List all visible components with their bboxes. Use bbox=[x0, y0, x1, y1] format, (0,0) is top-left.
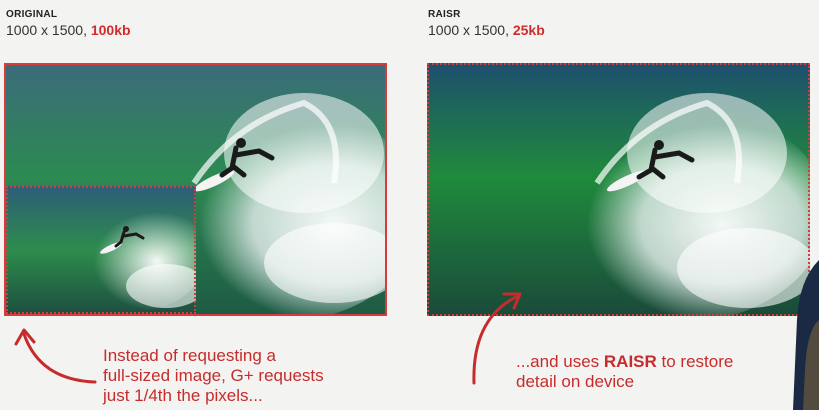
raisr-frame bbox=[427, 63, 810, 316]
left-annotation-line3: just 1/4th the pixels... bbox=[103, 386, 263, 405]
right-annotation: ...and uses RAISR to restore detail on d… bbox=[516, 352, 733, 392]
left-annotation-line1: Instead of requesting a bbox=[103, 346, 276, 365]
right-annotation-line1: ...and uses RAISR to restore bbox=[516, 352, 733, 372]
downsampled-frame bbox=[6, 186, 196, 314]
left-annotation: Instead of requesting a full-sized image… bbox=[103, 346, 324, 406]
right-annotation-prefix: ...and uses bbox=[516, 352, 604, 371]
raisr-highlight: RAISR bbox=[603, 352, 657, 371]
original-file-size: 100kb bbox=[90, 22, 131, 38]
original-dimensions: 1000 x 1500, 100kb bbox=[6, 22, 131, 38]
raisr-label: RAISR bbox=[428, 9, 461, 20]
presenter-silhouette bbox=[793, 260, 819, 410]
raisr-file-size: 25kb bbox=[512, 22, 545, 38]
right-annotation-suffix: to restore bbox=[656, 352, 734, 371]
raisr-dims-text: 1000 x 1500, bbox=[428, 22, 513, 38]
raisr-dimensions: 1000 x 1500, 25kb bbox=[428, 22, 545, 38]
right-annotation-line2: detail on device bbox=[516, 372, 635, 391]
left-curved-arrow-icon bbox=[14, 328, 97, 384]
original-dims-text: 1000 x 1500, bbox=[6, 22, 91, 38]
original-label: ORIGINAL bbox=[6, 9, 58, 20]
left-annotation-line2: full-sized image, G+ requests bbox=[103, 366, 324, 385]
